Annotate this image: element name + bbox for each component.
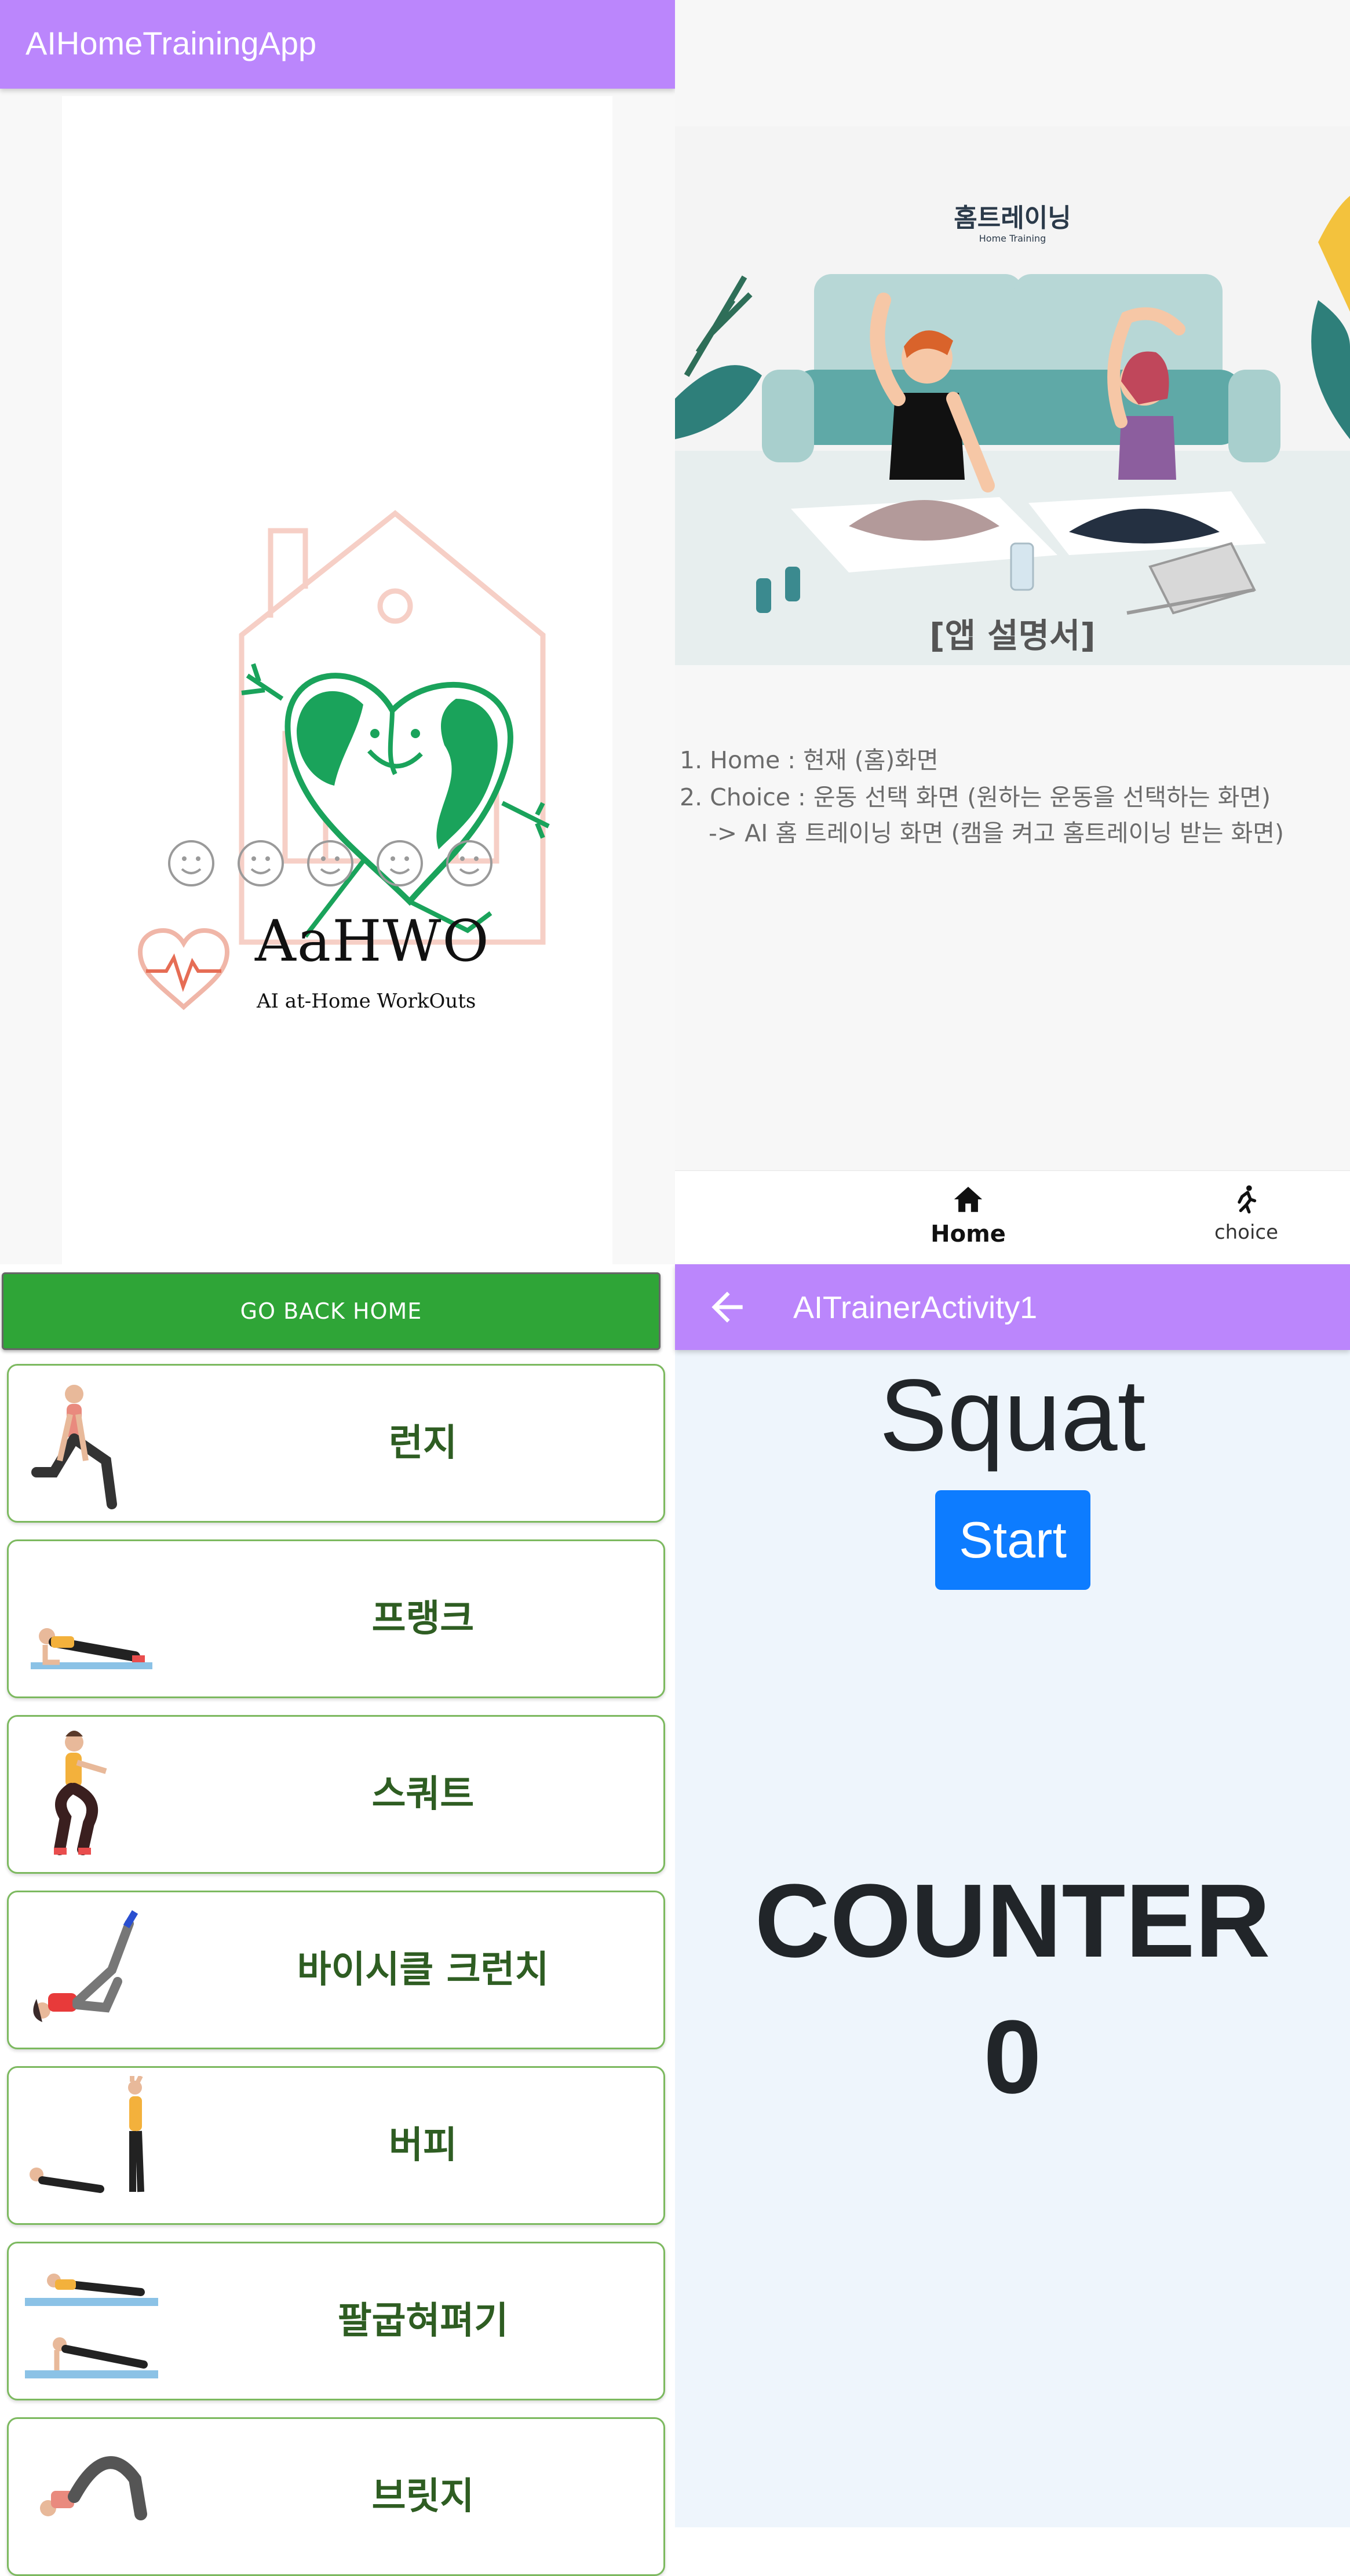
trainer-title: AITrainerActivity1 xyxy=(793,1290,1038,1325)
bridge-illustration xyxy=(40,2456,147,2520)
guide-line-home: 1. Home : 현재 (홈)화면 xyxy=(680,746,939,774)
exercise-label: 팔굽혀펴기 xyxy=(337,2300,509,2343)
exercise-card-lunge[interactable]: 런지 xyxy=(7,1364,665,1523)
bottom-navigation: Home choice xyxy=(675,1170,1350,1265)
plank-illustration xyxy=(31,1628,152,1669)
app-bar: AIHomeTrainingApp xyxy=(0,0,675,89)
squat-illustration xyxy=(54,1731,107,1855)
exercise-card-bicycle-crunch[interactable]: 바이시클 크런치 xyxy=(7,1891,665,2049)
lunge-illustration xyxy=(31,1385,117,1509)
trainer-app-bar: AITrainerActivity1 xyxy=(675,1264,1350,1350)
guide-line-choice: 2. Choice : 운동 선택 화면 (원하는 운동을 선택하는 화면) xyxy=(680,783,1271,811)
brand-name: AaHWO xyxy=(255,908,490,975)
pushup-illustration xyxy=(25,2274,158,2378)
exercise-card-squat[interactable]: 스쿼트 xyxy=(7,1715,665,1874)
guide-subtitle: Home Training xyxy=(979,233,1046,244)
trainer-screen: AITrainerActivity1 Squat Start COUNTER 0 xyxy=(675,1264,1350,2527)
app-title: AIHomeTrainingApp xyxy=(25,25,317,61)
choice-screen: GO BACK HOME 런지 프랭크 스쿼트 바이시클 크런치 버피 팔굽혀펴… xyxy=(0,1264,675,2576)
start-button[interactable]: Start xyxy=(935,1490,1090,1590)
bicycle-crunch-illustration xyxy=(33,1910,138,2022)
exercise-card-bridge[interactable]: 브릿지 xyxy=(7,2417,665,2576)
running-person-icon xyxy=(1238,1185,1257,1214)
nav-choice[interactable]: choice xyxy=(1159,1183,1333,1244)
home-icon xyxy=(954,1187,983,1212)
exercise-label: 브릿지 xyxy=(371,2475,475,2518)
exercise-label: 바이시클 크런치 xyxy=(297,1949,549,1991)
go-back-home-button[interactable]: GO BACK HOME xyxy=(2,1272,661,1350)
counter-label: COUNTER xyxy=(754,1863,1271,1979)
guide-caption: [앱 설명서] xyxy=(929,616,1096,655)
counter-value: 0 xyxy=(983,1999,1042,2115)
exercise-label: 스쿼트 xyxy=(371,1773,475,1816)
smiley-face-icons xyxy=(168,840,492,886)
guide-line-ai: -> AI 홈 트레이닝 화면 (캠을 켜고 홈트레이닝 받는 화면) xyxy=(709,819,1284,847)
nav-choice-label: choice xyxy=(1214,1221,1279,1244)
burpee-illustration xyxy=(30,2076,144,2193)
exercise-label: 런지 xyxy=(389,1422,457,1465)
brand-tagline: AI at-Home WorkOuts xyxy=(257,990,476,1013)
heartbeat-icon xyxy=(137,928,230,1010)
nav-home[interactable]: Home xyxy=(881,1183,1055,1247)
exercise-name: Squat xyxy=(879,1359,1146,1472)
exercise-label: 프랭크 xyxy=(371,1597,475,1640)
splash-screen: AaHWO AI at-Home WorkOuts AIHomeTraining… xyxy=(0,0,675,1264)
exercise-card-pushup[interactable]: 팔굽혀펴기 xyxy=(7,2242,665,2400)
splash-card xyxy=(62,96,612,1264)
exercise-card-burpee[interactable]: 버피 xyxy=(7,2066,665,2225)
arrow-left-icon[interactable] xyxy=(704,1284,750,1330)
exercise-label: 버피 xyxy=(389,2124,457,2167)
guide-title: 홈트레이닝 xyxy=(954,203,1071,233)
nav-home-label: Home xyxy=(931,1221,1006,1247)
exercise-card-plank[interactable]: 프랭크 xyxy=(7,1539,665,1698)
home-screen: 홈트레이닝 Home Training [앱 설명서] 1. Home : 현재… xyxy=(675,0,1350,1265)
